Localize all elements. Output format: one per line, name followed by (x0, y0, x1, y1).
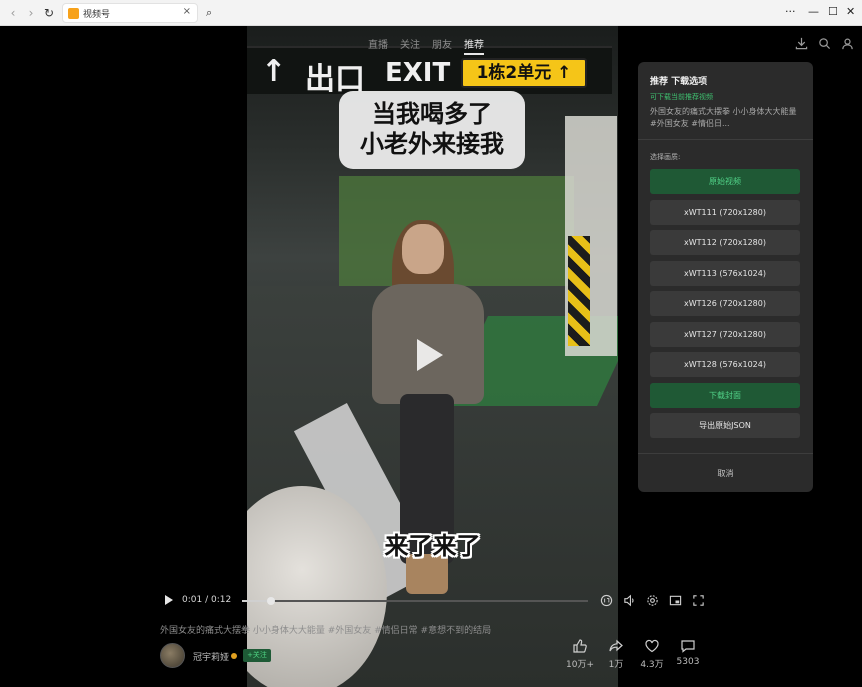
favorite-stat[interactable]: 4.3万 (637, 638, 667, 670)
author-name[interactable]: 冠宇莉娅 (193, 650, 229, 663)
panel-hint: 可下载当前推荐视频 (650, 93, 713, 101)
quality-xwt111-button[interactable]: xWT111 (720x1280) (650, 199, 800, 225)
browser-tab[interactable]: 视频号 × (62, 3, 198, 23)
person-head (402, 224, 444, 274)
like-stat[interactable]: 10万+ (565, 638, 595, 670)
caption-line-2: 小老外来接我 (360, 130, 504, 158)
progress-bar[interactable] (242, 597, 588, 605)
export-json-button[interactable]: 导出原始JSON (650, 413, 800, 438)
quality-xwt127-button[interactable]: xWT127 (720x1280) (650, 321, 800, 347)
settings-icon[interactable] (646, 594, 659, 607)
browser-chrome: ‹ › ↻ 视频号 × ⌕ ··· — ☐ ✕ (0, 0, 862, 26)
player-controls: 0:01 / 0:12 (160, 592, 705, 610)
engagement-stats: 10万+ 1万 4.3万 5303 (565, 638, 703, 670)
tab-live[interactable]: 直播 (368, 36, 388, 55)
verified-badge-icon (231, 653, 237, 659)
player-icons (600, 594, 705, 607)
video-player[interactable]: ↑ 出口 EXIT 1栋2单元 ↑ 当我喝多了 小老外来接我 来了来了 (247, 26, 618, 687)
video-hazard-bar (568, 236, 590, 346)
speed-icon[interactable] (600, 594, 613, 607)
panel-description: 外国女友的痛式大摆拳 小小身体大大能量 #外国女友 #情侣日... (650, 107, 797, 128)
cancel-button[interactable]: 取消 (638, 468, 813, 479)
comment-count: 5303 (676, 657, 700, 667)
search-icon[interactable] (818, 37, 831, 50)
comment-icon (681, 640, 695, 653)
minimize-button[interactable]: — (808, 5, 819, 18)
volume-icon[interactable] (623, 594, 636, 607)
tab-close-button[interactable]: × (183, 6, 191, 17)
quality-xwt113-button[interactable]: xWT113 (576x1024) (650, 260, 800, 286)
share-count: 1万 (608, 660, 624, 670)
video-subtitle: 来了来了 (384, 532, 481, 560)
favorite-count: 4.3万 (640, 660, 664, 670)
panel-title: 推荐 下载选项 (650, 77, 708, 87)
panel-divider (638, 139, 813, 140)
original-video-button[interactable]: 原始视频 (650, 169, 800, 194)
exit-sign-en: EXIT (385, 58, 451, 88)
thumb-up-icon (573, 639, 587, 653)
download-cover-button[interactable]: 下载封面 (650, 382, 800, 408)
avatar[interactable] (160, 643, 185, 668)
back-button[interactable]: ‹ (6, 6, 20, 20)
tab-following[interactable]: 关注 (400, 36, 420, 55)
share-icon (609, 639, 623, 652)
tab-title: 视频号 (83, 10, 111, 20)
playback-time: 0:01 / 0:12 (182, 595, 232, 605)
user-icon[interactable] (841, 37, 854, 50)
quality-xwt126-button[interactable]: xWT126 (720x1280) (650, 291, 800, 316)
top-tabs: 直播 关注 朋友 推荐 (368, 36, 484, 55)
tab-friends[interactable]: 朋友 (432, 36, 452, 55)
video-caption: 当我喝多了 小老外来接我 (339, 91, 525, 169)
search-icon[interactable]: ⌕ (206, 6, 212, 20)
comment-stat[interactable]: 5303 (673, 638, 703, 670)
play-icon[interactable] (165, 595, 173, 605)
unit-plate: 1栋2单元 ↑ (461, 58, 587, 88)
like-count: 10万+ (566, 660, 594, 670)
quality-xwt112-button[interactable]: xWT112 (720x1280) (650, 230, 800, 255)
panel-divider (638, 453, 813, 454)
share-stat[interactable]: 1万 (601, 638, 631, 670)
caption-line-1: 当我喝多了 (372, 100, 492, 128)
exit-arrow: ↑ (261, 54, 287, 89)
close-window-button[interactable]: ✕ (846, 5, 855, 18)
top-right-icons (795, 37, 854, 50)
progress-knob[interactable] (266, 597, 275, 605)
video-description: 外国女友的痛式大摆拳 小小身体大大能量 #外国女友 #情侣日常 #意想不到的结局 (160, 626, 492, 636)
heart-icon (645, 639, 659, 653)
follow-button[interactable]: +关注 (243, 649, 271, 662)
channels-logo-icon (68, 8, 79, 19)
tab-recommended[interactable]: 推荐 (464, 36, 484, 55)
fullscreen-icon[interactable] (692, 594, 705, 607)
download-icon[interactable] (795, 37, 808, 50)
reload-button[interactable]: ↻ (42, 6, 56, 20)
maximize-button[interactable]: ☐ (828, 5, 838, 18)
menu-button[interactable]: ··· (785, 5, 796, 18)
page: ↑ 出口 EXIT 1栋2单元 ↑ 当我喝多了 小老外来接我 来了来了 直播 关… (0, 26, 862, 687)
quality-xwt128-button[interactable]: xWT128 (576x1024) (650, 352, 800, 377)
pip-icon[interactable] (669, 594, 682, 607)
download-options-panel: 推荐 下载选项 可下载当前推荐视频 外国女友的痛式大摆拳 小小身体大大能量 #外… (638, 62, 813, 492)
forward-button[interactable]: › (24, 6, 38, 20)
play-overlay-icon[interactable] (417, 339, 443, 371)
quality-label: 选择画质: (650, 153, 681, 161)
